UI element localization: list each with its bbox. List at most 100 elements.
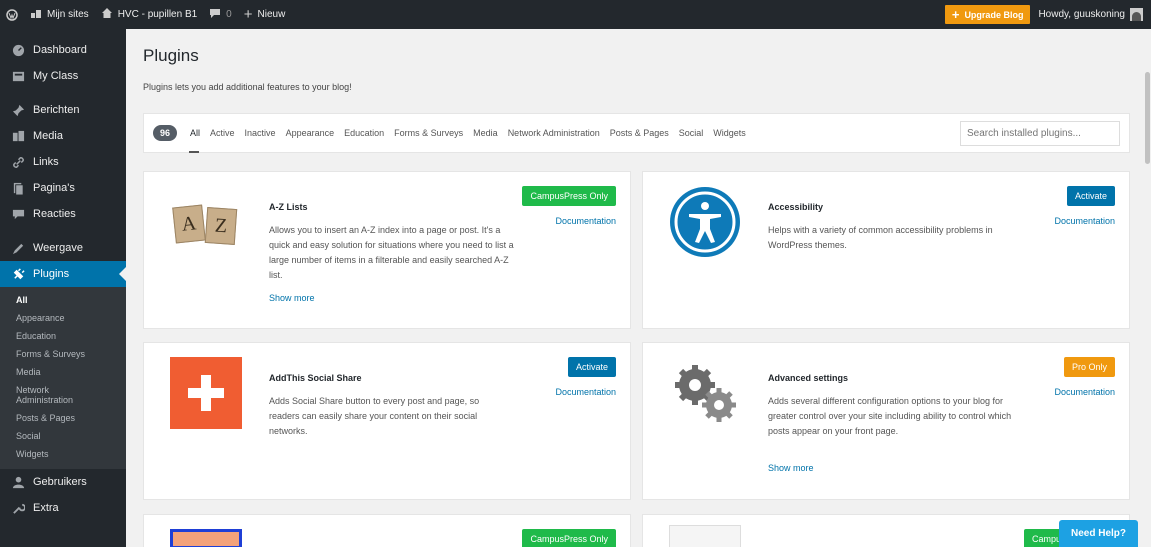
sidebar-item-gebruikers[interactable]: Gebruikers (0, 469, 126, 495)
plugin-description: Adds Social Share button to every post a… (269, 396, 480, 436)
filter-widgets[interactable]: Widgets (708, 113, 751, 153)
comments-count: 0 (226, 9, 232, 20)
pro-only-button[interactable]: Pro Only (1063, 357, 1115, 377)
plus-icon: + (243, 5, 253, 23)
site-name-menu[interactable]: HVC - pupillen B1 (95, 0, 203, 29)
account-menu[interactable]: Howdy, guuskoning (1038, 8, 1151, 21)
plugin-description: Adds several different configuration opt… (768, 396, 1012, 436)
upgrade-blog-button[interactable]: + Upgrade Blog (944, 5, 1031, 24)
page-scrollbar[interactable] (1144, 29, 1151, 547)
submenu-item-media[interactable]: Media (0, 363, 126, 381)
need-help-button[interactable]: Need Help? (1058, 520, 1138, 547)
comment-bubble-icon (209, 7, 221, 22)
documentation-link[interactable]: Documentation (555, 216, 616, 226)
submenu-item-network-administration[interactable]: Network Administration (0, 381, 100, 409)
plugin-card-az-lists: A Z A-Z Lists Allows you to insert an A-… (143, 171, 631, 329)
plugin-name: AddThis Social Share (269, 373, 362, 383)
filter-active[interactable]: Active (205, 113, 240, 153)
wp-logo-icon[interactable] (0, 0, 24, 29)
campuspress-only-button[interactable]: CampusPress Only (522, 186, 616, 206)
sidebar-item-dashboard[interactable]: Dashboard (0, 37, 126, 63)
new-content-menu[interactable]: + Nieuw (238, 0, 292, 29)
documentation-link[interactable]: Documentation (1054, 387, 1115, 397)
documentation-link[interactable]: Documentation (1054, 216, 1115, 226)
filter-education[interactable]: Education (339, 113, 389, 153)
sidebar-item-label: Plugins (33, 268, 70, 280)
filter-media[interactable]: Media (468, 113, 503, 153)
campuspress-only-button[interactable]: CampusPress Only (522, 529, 616, 547)
sidebar-item-label: Reacties (33, 208, 76, 220)
activate-button[interactable]: Activate (1066, 186, 1115, 206)
sidebar-item-label: My Class (33, 70, 79, 82)
sidebar-item-reacties[interactable]: Reacties (0, 201, 126, 227)
sidebar-item-label: Berichten (33, 104, 80, 116)
appearance-icon (11, 241, 25, 255)
show-more-link[interactable]: Show more (768, 463, 814, 473)
plugin-thumbnail-icon (669, 525, 741, 547)
sidebar-item-weergave[interactable]: Weergave (0, 235, 126, 261)
media-icon (11, 129, 25, 143)
letter-block-icon: A (172, 204, 206, 244)
links-icon (11, 155, 25, 169)
filter-forms-surveys[interactable]: Forms & Surveys (389, 113, 468, 153)
sidebar-item-media[interactable]: Media (0, 123, 126, 149)
page-description: Plugins lets you add additional features… (143, 82, 352, 92)
submenu-item-all[interactable]: All (0, 291, 126, 309)
comments-icon (11, 207, 25, 221)
plugin-name: Advanced settings (768, 373, 849, 383)
my-sites-icon (30, 7, 42, 22)
plugin-card-advanced-settings: Advanced settings Adds several different… (642, 342, 1130, 500)
plugin-thumbnail-icon (170, 529, 242, 547)
tools-icon (11, 501, 25, 515)
plugin-description: Helps with a variety of common accessibi… (768, 225, 993, 250)
search-plugins-input[interactable] (960, 121, 1120, 146)
submenu-item-social[interactable]: Social (0, 427, 126, 445)
submenu-item-appearance[interactable]: Appearance (0, 309, 126, 327)
plugin-filter-bar: 96 All Active Inactive Appearance Educat… (143, 113, 1130, 153)
my-sites-label: Mijn sites (47, 9, 89, 20)
sidebar-item-paginas[interactable]: Pagina's (0, 175, 126, 201)
howdy-label: Howdy, guuskoning (1038, 9, 1125, 20)
sidebar-item-extra[interactable]: Extra (0, 495, 126, 521)
submenu-item-widgets[interactable]: Widgets (0, 445, 126, 463)
scrollbar-thumb[interactable] (1145, 72, 1150, 164)
filter-posts-pages[interactable]: Posts & Pages (605, 113, 674, 153)
sidebar-item-label: Media (33, 130, 63, 142)
my-sites-menu[interactable]: Mijn sites (24, 0, 95, 29)
users-icon (11, 475, 25, 489)
page-title: Plugins (143, 46, 199, 65)
sidebar-item-links[interactable]: Links (0, 149, 126, 175)
filter-all[interactable]: All (185, 113, 205, 153)
home-icon (101, 7, 113, 22)
documentation-link[interactable]: Documentation (555, 387, 616, 397)
plus-icon: + (951, 6, 960, 22)
activate-button[interactable]: Activate (567, 357, 616, 377)
sidebar-item-plugins[interactable]: Plugins (0, 261, 126, 287)
plugin-card-partial-left: CampusPress Only (143, 514, 631, 547)
avatar (1130, 8, 1143, 21)
submenu-item-forms-surveys[interactable]: Forms & Surveys (0, 345, 126, 363)
filter-social[interactable]: Social (674, 113, 709, 153)
filter-inactive[interactable]: Inactive (240, 113, 281, 153)
submenu-item-education[interactable]: Education (0, 327, 126, 345)
plugin-count-badge: 96 (153, 125, 178, 141)
gears-icon (669, 357, 741, 429)
admin-bar: Mijn sites HVC - pupillen B1 0 + Nieuw +… (0, 0, 1151, 29)
comments-menu[interactable]: 0 (203, 0, 238, 29)
filter-network-administration[interactable]: Network Administration (503, 113, 605, 153)
plugin-card-accessibility: Accessibility Helps with a variety of co… (642, 171, 1130, 329)
plugin-description: Allows you to insert an A-Z index into a… (269, 225, 514, 280)
dashboard-icon (11, 43, 25, 57)
sidebar-item-berichten[interactable]: Berichten (0, 97, 126, 123)
filter-appearance[interactable]: Appearance (281, 113, 340, 153)
plugin-card-partial-right: Campu (642, 514, 1130, 547)
plugin-card-addthis: AddThis Social Share Adds Social Share b… (143, 342, 631, 500)
submenu-item-posts-pages[interactable]: Posts & Pages (0, 409, 126, 427)
accessibility-icon (669, 186, 741, 258)
pin-icon (11, 103, 25, 117)
show-more-link[interactable]: Show more (269, 293, 315, 303)
plugins-icon (11, 267, 25, 281)
sidebar-item-my-class[interactable]: My Class (0, 63, 126, 89)
sidebar-item-label: Gebruikers (33, 476, 87, 488)
pages-icon (11, 181, 25, 195)
